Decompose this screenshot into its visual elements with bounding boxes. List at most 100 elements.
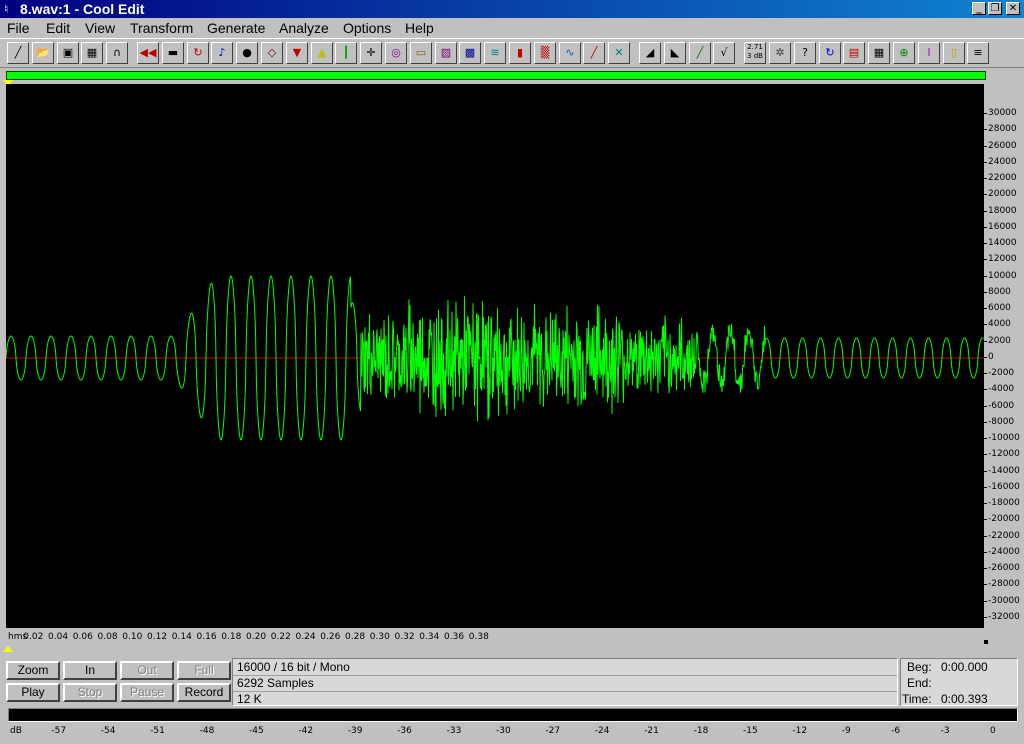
save-button[interactable]: ▣ [57,42,79,64]
level-tick-label: -12 [792,726,808,736]
waveform-button[interactable]: ┃ [335,42,357,64]
compass-button[interactable]: ✛ [360,42,382,64]
y-tick-label: 18000 [988,205,1017,216]
gear-button[interactable]: ✲ [769,42,791,64]
y-tick [984,551,987,553]
y-tick-label: 14000 [988,238,1017,248]
cursor-button[interactable]: I [918,42,940,64]
zoom-button[interactable]: Zoom [6,661,60,680]
x-tick-label: 0.34 [419,632,440,642]
headphones-button[interactable]: ∩ [106,42,128,64]
y-tick-label: -14000 [988,465,1020,476]
close-button[interactable]: ✕ [1006,2,1020,15]
fade-in-button[interactable]: ◢ [639,42,661,64]
help-button[interactable]: ? [794,42,816,64]
minimize-button[interactable]: _ [972,2,986,15]
toolbar: ╱ 📂 ▣ ▦ ∩ ◀◀ ▬ ↻ ♪ ● ◇ ▼ ▲ ┃ ✛ ◎ ▭ ▨ ▩ ≋ ▮ ▒ ∿ ╱ ✕ ◢ ◣ ╱ √ 2.71 3 dB ✲… [0,38,1024,68]
record-button[interactable]: Record [177,683,231,702]
marker-bottom-icon[interactable] [3,646,13,652]
menu-options[interactable]: Options [343,20,391,36]
trend-button[interactable]: ╱ [689,42,711,64]
y-tick [984,535,987,537]
crossfade-button[interactable]: ✕ [608,42,630,64]
cassette-icon: ▭ [415,46,427,59]
menu-edit[interactable]: Edit [46,20,70,36]
cool-edit-icon[interactable]: ♮ [4,2,16,16]
open-button[interactable]: 📂 [32,42,54,64]
properties-button[interactable]: ▦ [868,42,890,64]
amplify-button[interactable]: ▲ [311,42,333,64]
zoom-analyze-button[interactable]: ⊕ [893,42,915,64]
filter-button[interactable]: ▨ [435,42,457,64]
y-tick [984,373,987,374]
open-icon: 📂 [36,46,50,59]
title-bar[interactable]: ♮ 8.wav:1 - Cool Edit _ ❐ ✕ [0,0,1024,18]
menu-bar: File Edit View Transform Generate Analyz… [0,18,1024,38]
db-button[interactable]: 2.71 3 dB [744,42,766,64]
menu-generate[interactable]: Generate [207,20,265,36]
slope-button[interactable]: ╱ [583,42,605,64]
cassette-button[interactable]: ▭ [410,42,432,64]
y-tick-label: -26000 [988,563,1020,573]
filter-icon: ▨ [440,46,452,59]
level-tick-label: -42 [298,726,314,736]
y-tick-label: 22000 [988,173,1017,183]
level-meter-icon: ▤ [848,46,860,59]
waveform-display[interactable] [6,84,988,644]
stop-button[interactable]: Stop [63,683,117,702]
x-tick-label: 0.16 [196,632,217,642]
waveform-canvas[interactable] [6,84,984,628]
bars-button[interactable]: ▮ [509,42,531,64]
spectrum-button[interactable]: ▩ [459,42,481,64]
rewind-button[interactable]: ◀◀ [137,42,159,64]
menu-view[interactable]: View [85,20,115,36]
play-button[interactable]: Play [6,683,60,702]
y-tick [984,275,987,277]
new-button[interactable]: ╱ [7,42,29,64]
wave-blue-button[interactable]: ∿ [559,42,581,64]
file-info-panel: 16000 / 16 bit / Mono 6292 Samples 12 K [232,658,898,706]
y-tick-label: 26000 [988,140,1017,151]
noise-button[interactable]: ▒ [534,42,556,64]
level-tick-label: -54 [100,726,116,736]
zoom-in-button[interactable]: In [63,661,117,680]
y-tick [984,226,987,228]
record-dot-button[interactable]: ● [236,42,258,64]
cut-button[interactable]: ▬ [162,42,184,64]
refresh-button[interactable]: ↻ [819,42,841,64]
y-tick [984,308,987,309]
x-tick-label: 0.22 [270,632,291,642]
menu-analyze[interactable]: Analyze [279,20,329,36]
signal-button[interactable]: ◎ [385,42,407,64]
zoom-full-button[interactable]: Full [177,661,231,680]
info-button[interactable]: ≡ [967,42,989,64]
cursor-icon: I [927,46,931,59]
menu-help[interactable]: Help [405,20,434,36]
graph-button[interactable]: √ [713,42,735,64]
end-label: End: [907,676,932,690]
zoom-out-button[interactable]: Out [120,661,174,680]
wave-multi-button[interactable]: ≋ [484,42,506,64]
cd-button[interactable]: ▦ [81,42,103,64]
restore-button[interactable]: ❐ [988,2,1002,15]
begin-value: 0:00.000 [941,660,988,674]
menu-transform[interactable]: Transform [130,20,193,36]
marker-down-button[interactable]: ▼ [286,42,308,64]
x-tick-label: 0.14 [171,632,192,642]
fade-out-button[interactable]: ◣ [664,42,686,64]
y-tick [984,210,987,212]
note-icon: ♪ [218,46,226,59]
note-button[interactable]: ♪ [211,42,233,64]
pause-button[interactable]: Pause [120,683,174,702]
y-tick-label: -6000 [988,400,1015,411]
loop-button[interactable]: ↻ [187,42,209,64]
level-tick-label: -9 [841,726,851,736]
overview-bar[interactable] [6,71,986,80]
fade-out-icon: ◣ [670,46,680,59]
level-meter-button[interactable]: ▤ [843,42,865,64]
y-tick [984,438,987,439]
format-text: 16000 / 16 bit / Mono [237,660,350,674]
notepad-button[interactable]: ▯ [943,42,965,64]
menu-file[interactable]: File [7,20,30,36]
envelope-button[interactable]: ◇ [261,42,283,64]
